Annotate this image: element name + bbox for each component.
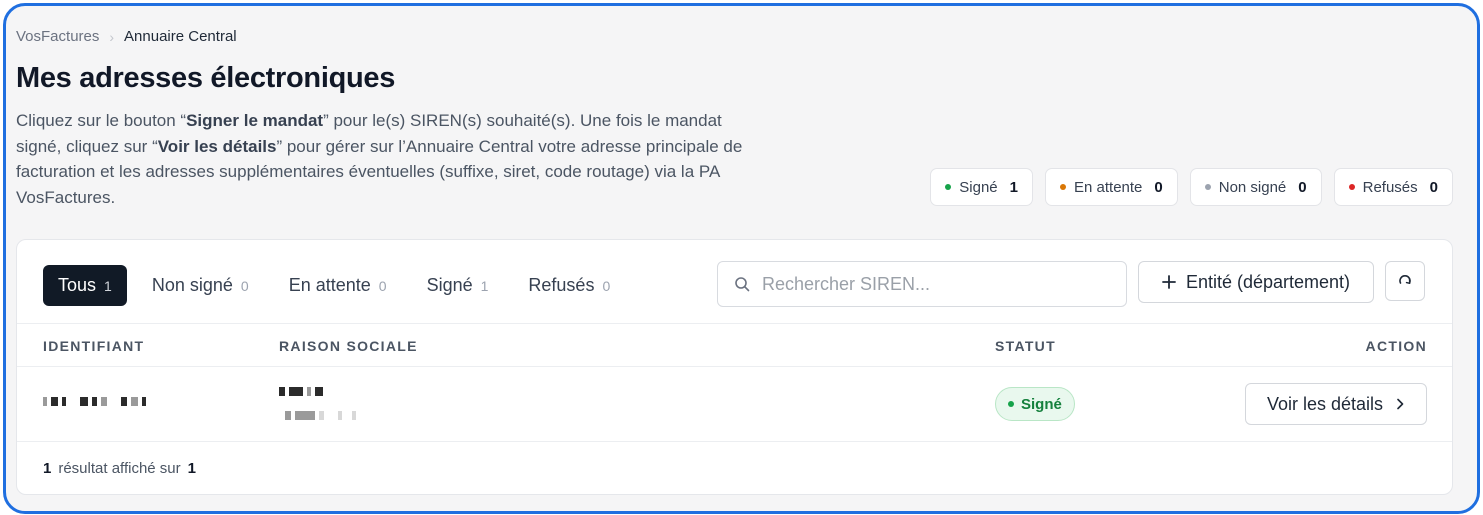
tab-pending[interactable]: En attente 0 — [274, 265, 402, 306]
breadcrumb-root-link[interactable]: VosFactures — [16, 28, 99, 45]
status-dot-icon — [1348, 184, 1355, 190]
summary-signed: Signé 1 — [930, 168, 1033, 206]
summary-refused: Refusés 0 — [1333, 168, 1453, 206]
tab-count: 0 — [602, 277, 611, 294]
tab-label: Signé — [426, 275, 473, 295]
tab-count: 0 — [378, 277, 387, 294]
summary-count: 0 — [1429, 178, 1438, 196]
summary-label: En attente — [1074, 178, 1143, 196]
add-entity-label: Entité (département) — [1185, 271, 1351, 292]
results-text: résultat affiché sur — [58, 460, 181, 477]
column-header-id: IDENTIFIANT — [43, 338, 145, 354]
search-box — [717, 261, 1127, 307]
tab-unsigned[interactable]: Non signé 0 — [137, 265, 264, 306]
redacted-company-name — [285, 411, 356, 420]
entities-card: Tous 1 Non signé 0 En attente 0 Signé 1 … — [16, 239, 1453, 495]
column-header-action: ACTION — [1365, 338, 1427, 354]
breadcrumb: VosFactures › Annuaire Central — [16, 28, 237, 45]
redacted-identifier — [43, 397, 146, 406]
table-header: IDENTIFIANT RAISON SOCIALE STATUT ACTION — [17, 324, 1452, 367]
summary-pending: En attente 0 — [1045, 168, 1178, 206]
status-dot-icon — [945, 184, 952, 190]
tab-signed[interactable]: Signé 1 — [412, 265, 504, 306]
page-title: Mes adresses électroniques — [16, 62, 396, 94]
summary-label: Signé — [959, 178, 998, 196]
results-total: 1 — [187, 460, 196, 477]
intro-part: Cliquez sur le bouton “ — [16, 111, 187, 130]
chevron-right-icon: › — [109, 28, 115, 45]
summary-label: Non signé — [1218, 178, 1287, 196]
column-header-status: STATUT — [995, 338, 1056, 354]
summary-count: 0 — [1154, 178, 1163, 196]
filter-tabs: Tous 1 Non signé 0 En attente 0 Signé 1 … — [43, 265, 625, 306]
summary-label: Refusés — [1362, 178, 1418, 196]
tab-label: Tous — [58, 275, 97, 295]
summary-count: 1 — [1009, 178, 1018, 196]
intro-emphasis-sign: Signer le mandat — [186, 111, 324, 130]
status-dot-icon — [1060, 184, 1066, 190]
tab-label: En attente — [288, 275, 371, 295]
add-entity-button[interactable]: Entité (département) — [1138, 261, 1374, 303]
breadcrumb-current: Annuaire Central — [124, 28, 237, 45]
search-icon — [735, 277, 750, 292]
intro-text: Cliquez sur le bouton “Signer le mandat”… — [16, 108, 746, 210]
tab-label: Refusés — [528, 275, 595, 295]
tab-refused[interactable]: Refusés 0 — [513, 265, 625, 306]
tab-all[interactable]: Tous 1 — [43, 265, 127, 306]
status-badge: Signé — [995, 387, 1075, 421]
plus-icon — [1162, 275, 1176, 289]
intro-emphasis-details: Voir les détails — [157, 136, 277, 156]
results-shown: 1 — [43, 460, 52, 477]
summary-unsigned: Non signé 0 — [1189, 168, 1322, 206]
status-summary: Signé 1 En attente 0 Non signé 0 Refusés… — [930, 168, 1453, 206]
table-row: Signé Voir les détails — [17, 367, 1452, 442]
tab-count: 1 — [104, 277, 112, 294]
app-window: VosFactures › Annuaire Central Mes adres… — [3, 3, 1480, 514]
column-header-name: RAISON SOCIALE — [279, 338, 418, 354]
view-details-label: Voir les détails — [1266, 393, 1384, 414]
chevron-right-icon — [1397, 398, 1404, 410]
results-footer: 1 résultat affiché sur 1 — [43, 460, 196, 477]
search-input[interactable] — [760, 272, 1104, 296]
tab-count: 0 — [240, 277, 249, 294]
status-dot-icon — [1204, 184, 1211, 190]
redacted-company-name — [279, 387, 323, 396]
refresh-icon — [1399, 275, 1411, 284]
tab-label: Non signé — [151, 275, 233, 295]
summary-count: 0 — [1298, 178, 1307, 196]
status-dot-icon — [1008, 401, 1014, 407]
tab-count: 1 — [480, 277, 489, 294]
table-toolbar: Tous 1 Non signé 0 En attente 0 Signé 1 … — [17, 240, 1452, 324]
view-details-button[interactable]: Voir les détails — [1245, 383, 1427, 425]
status-label: Signé — [1021, 395, 1062, 413]
refresh-button[interactable] — [1385, 261, 1425, 301]
